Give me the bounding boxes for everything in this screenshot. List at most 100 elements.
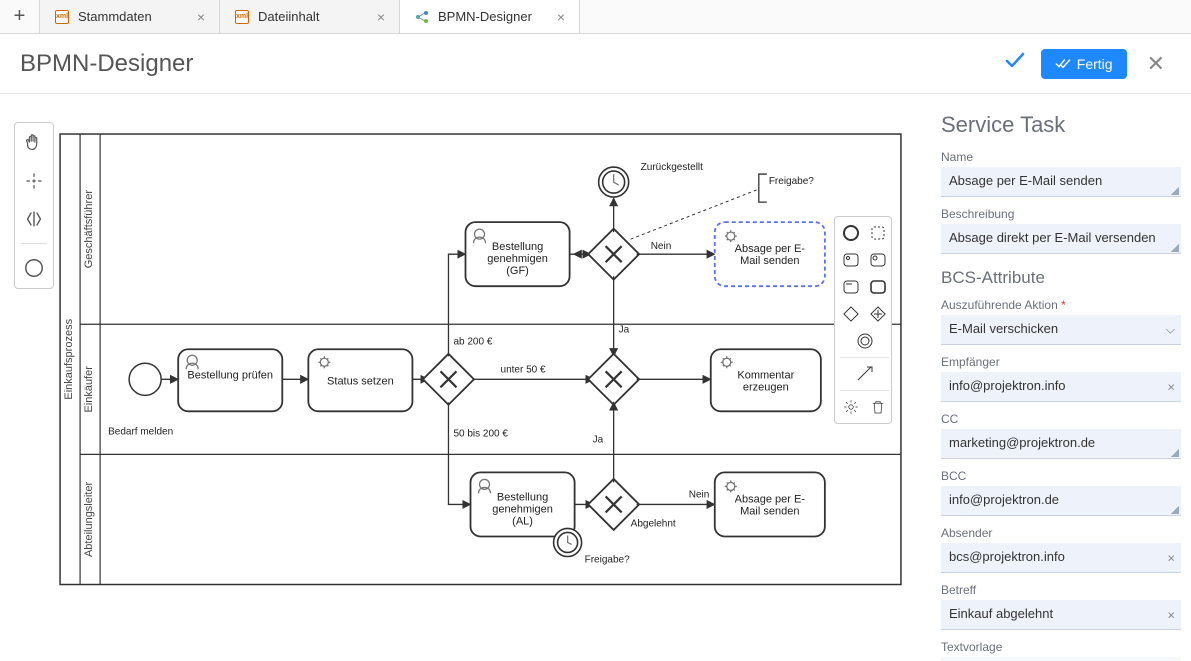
ctx-connect-icon[interactable] — [854, 363, 876, 385]
task-status-setzen[interactable]: Status setzen — [308, 349, 412, 411]
svg-text:ab 200 €: ab 200 € — [453, 336, 492, 347]
resize-handle-icon[interactable] — [1171, 449, 1179, 457]
xml-icon: xml — [234, 9, 250, 25]
ctx-end-event-icon[interactable] — [840, 222, 862, 244]
field-label: CC — [941, 412, 1181, 426]
fertig-label: Fertig — [1077, 56, 1113, 72]
svg-text:unter 50 €: unter 50 € — [501, 364, 546, 375]
ctx-gateway-parallel-icon[interactable] — [867, 303, 889, 325]
svg-text:Freigabe?: Freigabe? — [585, 554, 630, 565]
property-panel: Service Task Name Absage per E-Mail send… — [931, 94, 1191, 661]
field-aktion: Auszuführende Aktion * E-Mail verschicke… — [941, 298, 1181, 345]
page-title: BPMN-Designer — [20, 50, 1003, 78]
beschreibung-input[interactable]: Absage direkt per E-Mail versenden — [941, 224, 1181, 254]
field-label: Empfänger — [941, 355, 1181, 369]
editor-header: BPMN-Designer Fertig ✕ — [0, 34, 1191, 94]
close-icon[interactable]: × — [377, 9, 385, 25]
timer-event-al[interactable] — [554, 528, 582, 556]
diagram-canvas[interactable]: Einkaufsprozess Geschäftsführer Einkäufe… — [0, 94, 931, 661]
field-label: Name — [941, 150, 1181, 164]
ctx-wrench-icon[interactable] — [840, 396, 862, 418]
field-label: Auszuführende Aktion * — [941, 298, 1181, 312]
double-check-icon — [1055, 56, 1071, 72]
apply-check-button[interactable] — [1003, 49, 1027, 79]
svg-text:Status setzen: Status setzen — [327, 375, 394, 387]
field-label: Betreff — [941, 583, 1181, 597]
clear-icon[interactable]: × — [1167, 608, 1175, 623]
field-textvorlage: Textvorlage mail_einkauf_absage — [941, 640, 1181, 661]
close-icon[interactable]: × — [557, 9, 565, 25]
svg-text:Ja: Ja — [619, 324, 630, 335]
tab-stammdaten[interactable]: xml Stammdaten × — [40, 0, 220, 33]
svg-text:Ja: Ja — [593, 434, 604, 445]
field-beschreibung: Beschreibung Absage direkt per E-Mail ve… — [941, 207, 1181, 254]
field-betreff: Betreff Einkauf abgelehnt× — [941, 583, 1181, 630]
aktion-select[interactable]: E-Mail verschicken — [941, 315, 1181, 345]
svg-text:Absage per E-Mail senden: Absage per E-Mail senden — [735, 243, 806, 267]
svg-text:50 bis 200 €: 50 bis 200 € — [453, 428, 508, 439]
close-icon[interactable]: × — [197, 9, 205, 25]
xml-icon: xml — [54, 9, 70, 25]
field-cc: CC marketing@projektron.de — [941, 412, 1181, 459]
resize-handle-icon[interactable] — [1171, 506, 1179, 514]
bcs-heading: BCS-Attribute — [941, 268, 1181, 288]
gateway-gf-decision[interactable] — [588, 229, 639, 280]
ctx-boundary-event-icon[interactable] — [854, 330, 876, 352]
field-bcc: BCC info@projektron.de — [941, 469, 1181, 516]
field-empfaenger: Empfänger info@projektron.info× — [941, 355, 1181, 402]
clear-icon[interactable]: × — [1167, 551, 1175, 566]
svg-text:Abgelehnt: Abgelehnt — [631, 518, 676, 529]
panel-heading: Service Task — [941, 112, 1181, 138]
close-editor-button[interactable]: ✕ — [1141, 51, 1171, 77]
svg-text:Geschäftsführer: Geschäftsführer — [83, 190, 95, 269]
ctx-receive-task-icon[interactable] — [840, 276, 862, 298]
svg-text:Nein: Nein — [689, 489, 710, 500]
svg-text:Abteilungsleiter: Abteilungsleiter — [83, 482, 95, 558]
resize-handle-icon[interactable] — [1171, 244, 1179, 252]
ctx-service-task-icon[interactable] — [867, 249, 889, 271]
pool-label: Einkaufsprozess — [63, 318, 75, 399]
svg-text:Einkäufer: Einkäufer — [83, 366, 95, 413]
ctx-intermediate-event-icon[interactable] — [867, 222, 889, 244]
betreff-input[interactable]: Einkauf abgelehnt — [941, 600, 1181, 630]
textvorlage-input[interactable]: mail_einkauf_absage — [941, 657, 1181, 661]
task-absage-2[interactable]: Absage per E-Mail senden Absage per E-Ma… — [715, 472, 825, 536]
task-kommentar[interactable]: Kommentarerzeugen Kommentar erzeugen — [711, 349, 821, 411]
resize-handle-icon[interactable] — [1171, 187, 1179, 195]
bcc-input[interactable]: info@projektron.de — [941, 486, 1181, 516]
ctx-task-icon[interactable] — [867, 276, 889, 298]
ctx-gateway-icon[interactable] — [840, 303, 862, 325]
field-label: Textvorlage — [941, 640, 1181, 654]
field-absender: Absender bcs@projektron.info× — [941, 526, 1181, 573]
name-input[interactable]: Absage per E-Mail senden — [941, 167, 1181, 197]
task-bestellung-pruefen[interactable]: Bestellung prüfen — [178, 349, 282, 411]
svg-text:Kommentarerzeugen: Kommentarerzeugen — [737, 369, 794, 393]
flow-label-bedarf: Bedarf melden — [108, 426, 173, 437]
tab-label: BPMN-Designer — [438, 9, 532, 24]
svg-text:Bestellung prüfen: Bestellung prüfen — [187, 369, 273, 381]
context-pad — [834, 216, 892, 424]
field-label: BCC — [941, 469, 1181, 483]
ctx-user-task-icon[interactable] — [840, 249, 862, 271]
svg-text:Nein: Nein — [651, 241, 672, 252]
svg-text:Zurückgestellt: Zurückgestellt — [641, 162, 703, 173]
fertig-button[interactable]: Fertig — [1041, 49, 1127, 79]
field-label: Absender — [941, 526, 1181, 540]
clear-icon[interactable]: × — [1167, 380, 1175, 395]
start-event[interactable] — [129, 363, 161, 395]
tab-bpmn-designer[interactable]: BPMN-Designer × — [400, 0, 580, 33]
new-tab-button[interactable]: + — [0, 0, 40, 33]
tab-label: Dateiinhalt — [258, 9, 319, 24]
task-genehmigen-al[interactable]: Bestellunggenehmigen(AL) Bestellung gene… — [470, 472, 574, 536]
timer-event-gf[interactable] — [599, 167, 629, 197]
task-genehmigen-gf[interactable]: Bestellunggenehmigen(GF) Bestellung gene… — [465, 222, 569, 286]
empfaenger-input[interactable]: info@projektron.info — [941, 372, 1181, 402]
absender-input[interactable]: bcs@projektron.info — [941, 543, 1181, 573]
cc-input[interactable]: marketing@projektron.de — [941, 429, 1181, 459]
task-absage-1[interactable]: Absage per E-Mail senden Absage per E-Ma… — [715, 222, 825, 286]
ctx-trash-icon[interactable] — [867, 396, 889, 418]
gateway-merge[interactable] — [588, 354, 639, 405]
tab-dateiinhalt[interactable]: xml Dateiinhalt × — [220, 0, 400, 33]
svg-text:Absage per E-Mail senden: Absage per E-Mail senden — [735, 493, 806, 517]
gateway-amount[interactable] — [423, 354, 474, 405]
